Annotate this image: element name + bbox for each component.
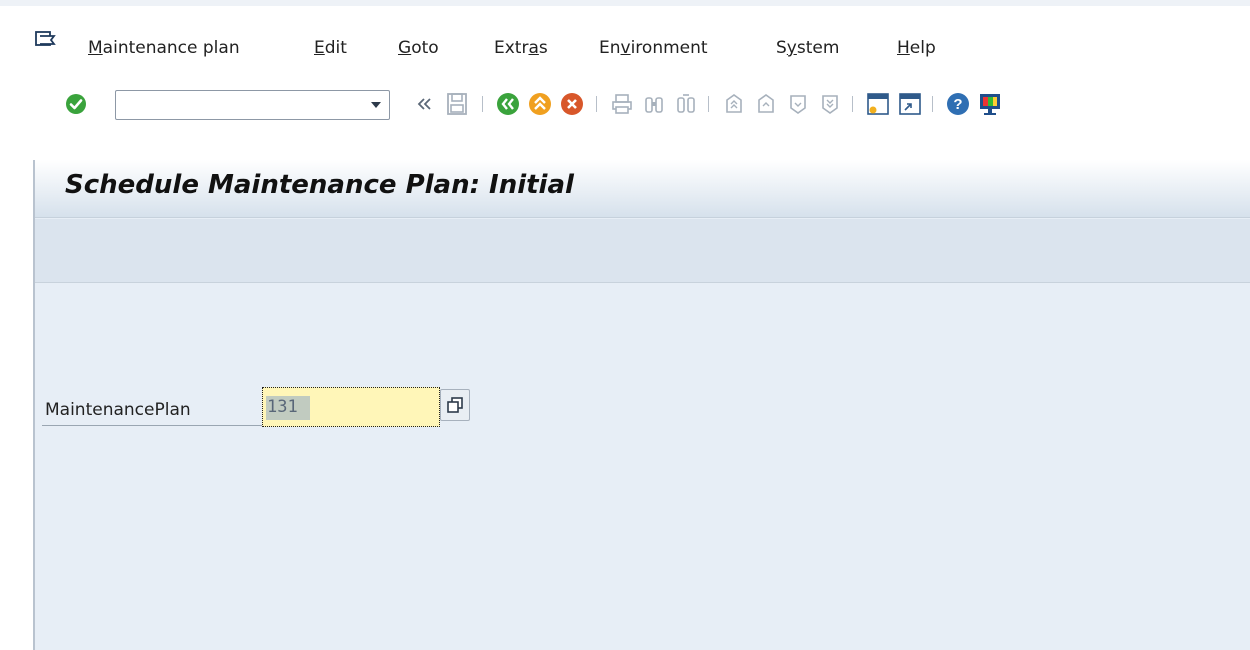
- menu-extras-label-pre: Extr: [494, 38, 529, 58]
- toolbar-separator: [932, 96, 933, 112]
- toolbar-separator: [596, 96, 597, 112]
- next-page-button[interactable]: [784, 90, 812, 118]
- first-page-button[interactable]: [720, 90, 748, 118]
- collapse-command-field-button[interactable]: [410, 90, 438, 118]
- toolbar-separator: [852, 96, 853, 112]
- menu-help-label: elp: [909, 38, 936, 58]
- svg-text:?: ?: [953, 96, 962, 113]
- previous-page-icon: [758, 94, 774, 113]
- first-page-icon: [726, 94, 742, 113]
- find-next-button[interactable]: [672, 90, 700, 118]
- menu-help[interactable]: Help: [897, 38, 936, 58]
- menu-goto-mnemonic: G: [398, 38, 412, 58]
- help-icon: ?: [947, 93, 969, 115]
- application-toolbar: [35, 219, 1250, 283]
- menu-edit-mnemonic: E: [314, 38, 325, 58]
- previous-page-button[interactable]: [752, 90, 780, 118]
- enter-button[interactable]: [62, 90, 90, 118]
- menu-extras-mnemonic: a: [528, 38, 539, 58]
- exit-button[interactable]: [526, 90, 554, 118]
- menu-maintenance-plan-label: aintenance plan: [102, 38, 240, 58]
- command-input[interactable]: [116, 91, 356, 119]
- last-page-icon: [822, 95, 838, 114]
- menu-goto-label: oto: [411, 38, 439, 58]
- menu-maintenance-plan[interactable]: Maintenance plan: [88, 38, 240, 58]
- menu-help-mnemonic: H: [897, 38, 910, 58]
- back-button[interactable]: [494, 90, 522, 118]
- maintenance-plan-field[interactable]: [262, 387, 440, 427]
- print-icon: [612, 94, 632, 114]
- find-next-icon: [677, 94, 695, 113]
- menu-edit[interactable]: Edit: [314, 38, 347, 58]
- maintenance-plan-label: MaintenancePlan: [45, 400, 191, 420]
- help-button[interactable]: ?: [944, 90, 972, 118]
- menu-environment-label: ironment: [630, 38, 708, 58]
- command-field[interactable]: [115, 90, 390, 120]
- find-icon: [645, 97, 663, 113]
- title-bar: Schedule Maintenance Plan: Initial: [35, 160, 1250, 218]
- customize-layout-button[interactable]: [976, 90, 1004, 118]
- menu-goto[interactable]: Goto: [398, 38, 439, 58]
- cancel-button[interactable]: [558, 90, 586, 118]
- find-button[interactable]: [640, 90, 668, 118]
- menu-environment[interactable]: Environment: [599, 38, 708, 58]
- window-top-edge: [0, 0, 1250, 6]
- print-button[interactable]: [608, 90, 636, 118]
- page-title: Schedule Maintenance Plan: Initial: [65, 170, 574, 200]
- toolbar-separator: [482, 96, 483, 112]
- menu-system[interactable]: System: [776, 38, 839, 58]
- value-help-icon: [447, 397, 463, 413]
- menu-environment-mnemonic: v: [620, 38, 631, 58]
- save-icon: [447, 93, 467, 115]
- menu-bar: Maintenance plan Edit Goto Extras Enviro…: [0, 0, 1250, 70]
- value-help-button[interactable]: [440, 389, 470, 421]
- back-icon: [497, 93, 519, 115]
- menu-extras-label: s: [538, 38, 548, 58]
- standard-toolbar: ?: [0, 80, 1250, 135]
- menu-maintenance-plan-mnemonic: M: [88, 38, 103, 58]
- enter-icon: [66, 94, 86, 114]
- exit-icon: [529, 93, 551, 115]
- work-area: Schedule Maintenance Plan: Initial Maint…: [33, 160, 1250, 650]
- menu-extras[interactable]: Extras: [494, 38, 548, 58]
- menu-system-mnemonic: y: [786, 38, 797, 58]
- create-shortcut-button[interactable]: [896, 90, 924, 118]
- save-button[interactable]: [443, 90, 471, 118]
- new-session-icon: [867, 93, 889, 115]
- menu-edit-label: dit: [324, 38, 347, 58]
- menu-system-label: stem: [796, 38, 840, 58]
- next-page-icon: [790, 95, 806, 114]
- field-label-underline: [42, 425, 265, 426]
- menu-system-label-pre: S: [776, 38, 787, 58]
- maintenance-plan-input[interactable]: [263, 388, 439, 426]
- toolbar-separator: [708, 96, 709, 112]
- shortcut-icon: [899, 93, 921, 115]
- new-session-button[interactable]: [864, 90, 892, 118]
- system-menu-icon[interactable]: [34, 30, 56, 50]
- back-double-chevron-icon: [417, 98, 431, 110]
- menu-environment-label-pre: En: [599, 38, 621, 58]
- customize-layout-icon: [980, 94, 1000, 115]
- cancel-icon: [561, 93, 583, 115]
- chevron-down-icon[interactable]: [371, 102, 381, 108]
- last-page-button[interactable]: [816, 90, 844, 118]
